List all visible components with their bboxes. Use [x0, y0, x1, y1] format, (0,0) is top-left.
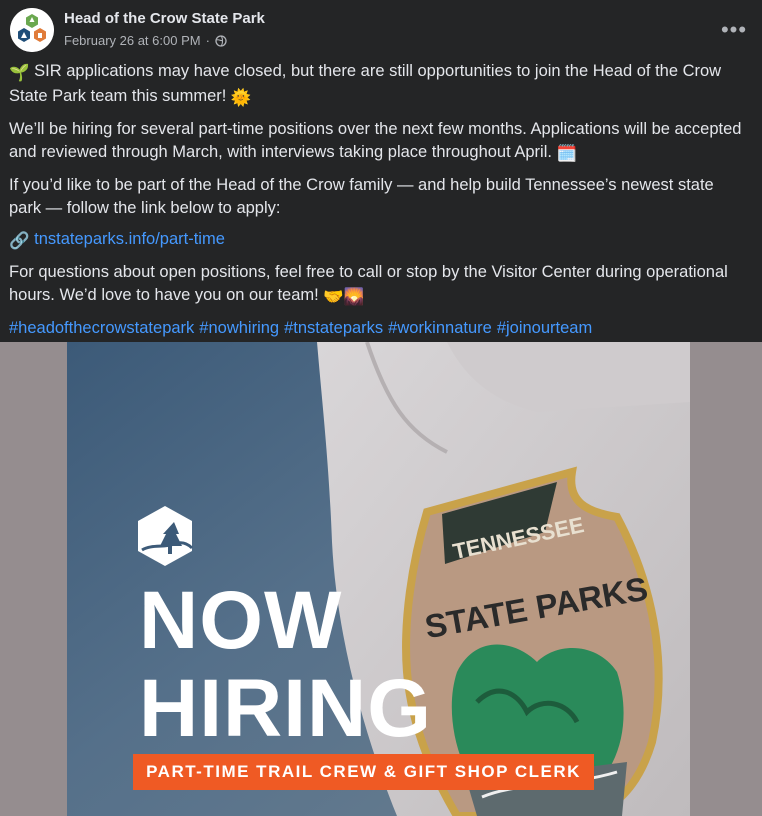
page-avatar[interactable] — [10, 8, 54, 52]
now-hiring-image[interactable]: TENNESSEE STATE PARKS NOW HIRING PART-TI… — [67, 342, 690, 816]
post-media[interactable]: TENNESSEE STATE PARKS NOW HIRING PART-TI… — [0, 342, 762, 816]
calendar-icon: 🗓️ — [556, 145, 578, 163]
page-name[interactable]: Head of the Crow State Park — [64, 10, 265, 27]
sun-icon: 🌞 — [230, 89, 252, 107]
post-meta: February 26 at 6:00 PM · — [64, 33, 227, 48]
more-options-button[interactable]: ••• — [716, 12, 752, 48]
seedling-icon: 🌱 — [9, 64, 30, 82]
paragraph-4-text: For questions about open positions, feel… — [9, 263, 728, 304]
facebook-post: Head of the Crow State Park February 26 … — [0, 0, 762, 816]
paragraph-4: For questions about open positions, feel… — [9, 261, 749, 309]
apply-link[interactable]: tnstateparks.info/part-time — [34, 230, 225, 248]
paragraph-1: 🌱 SIR applications may have closed, but … — [9, 60, 749, 110]
more-dots-icon: ••• — [720, 17, 748, 42]
paragraph-1-text: SIR applications may have closed, but th… — [9, 62, 722, 105]
post-timestamp[interactable]: February 26 at 6:00 PM — [64, 33, 201, 48]
hashtag-link[interactable]: #joinourteam — [497, 319, 592, 337]
headline-line-1: NOW — [139, 575, 343, 666]
positions-banner: PART-TIME TRAIL CREW & GIFT SHOP CLERK — [133, 754, 594, 790]
hashtag-link[interactable]: #workinnature — [388, 319, 492, 337]
link-icon: 🔗 — [9, 232, 30, 250]
park-logo-avatar — [10, 8, 54, 52]
link-paragraph: 🔗 tnstateparks.info/part-time — [9, 228, 749, 253]
paragraph-3: If you’d like to be part of the Head of … — [9, 174, 749, 220]
post-header: Head of the Crow State Park February 26 … — [10, 8, 752, 54]
globe-icon[interactable] — [215, 34, 227, 47]
paragraph-3-text: If you’d like to be part of the Head of … — [9, 176, 714, 217]
hashtag-link[interactable]: #headofthecrowstatepark — [9, 319, 194, 337]
tn-state-parks-logo — [138, 506, 194, 566]
hashtags: #headofthecrowstatepark #nowhiring #tnstat… — [9, 317, 749, 340]
paragraph-2-text: We’ll be hiring for several part-time po… — [9, 120, 742, 161]
handshake-sunrise-icon: 🤝🌄 — [323, 288, 365, 306]
headline-line-2: HIRING — [139, 663, 432, 754]
paragraph-2: We’ll be hiring for several part-time po… — [9, 118, 749, 166]
hashtag-link[interactable]: #nowhiring — [199, 319, 279, 337]
post-text: 🌱 SIR applications may have closed, but … — [9, 60, 749, 348]
meta-separator: · — [205, 33, 210, 48]
hashtag-link[interactable]: #tnstateparks — [284, 319, 383, 337]
